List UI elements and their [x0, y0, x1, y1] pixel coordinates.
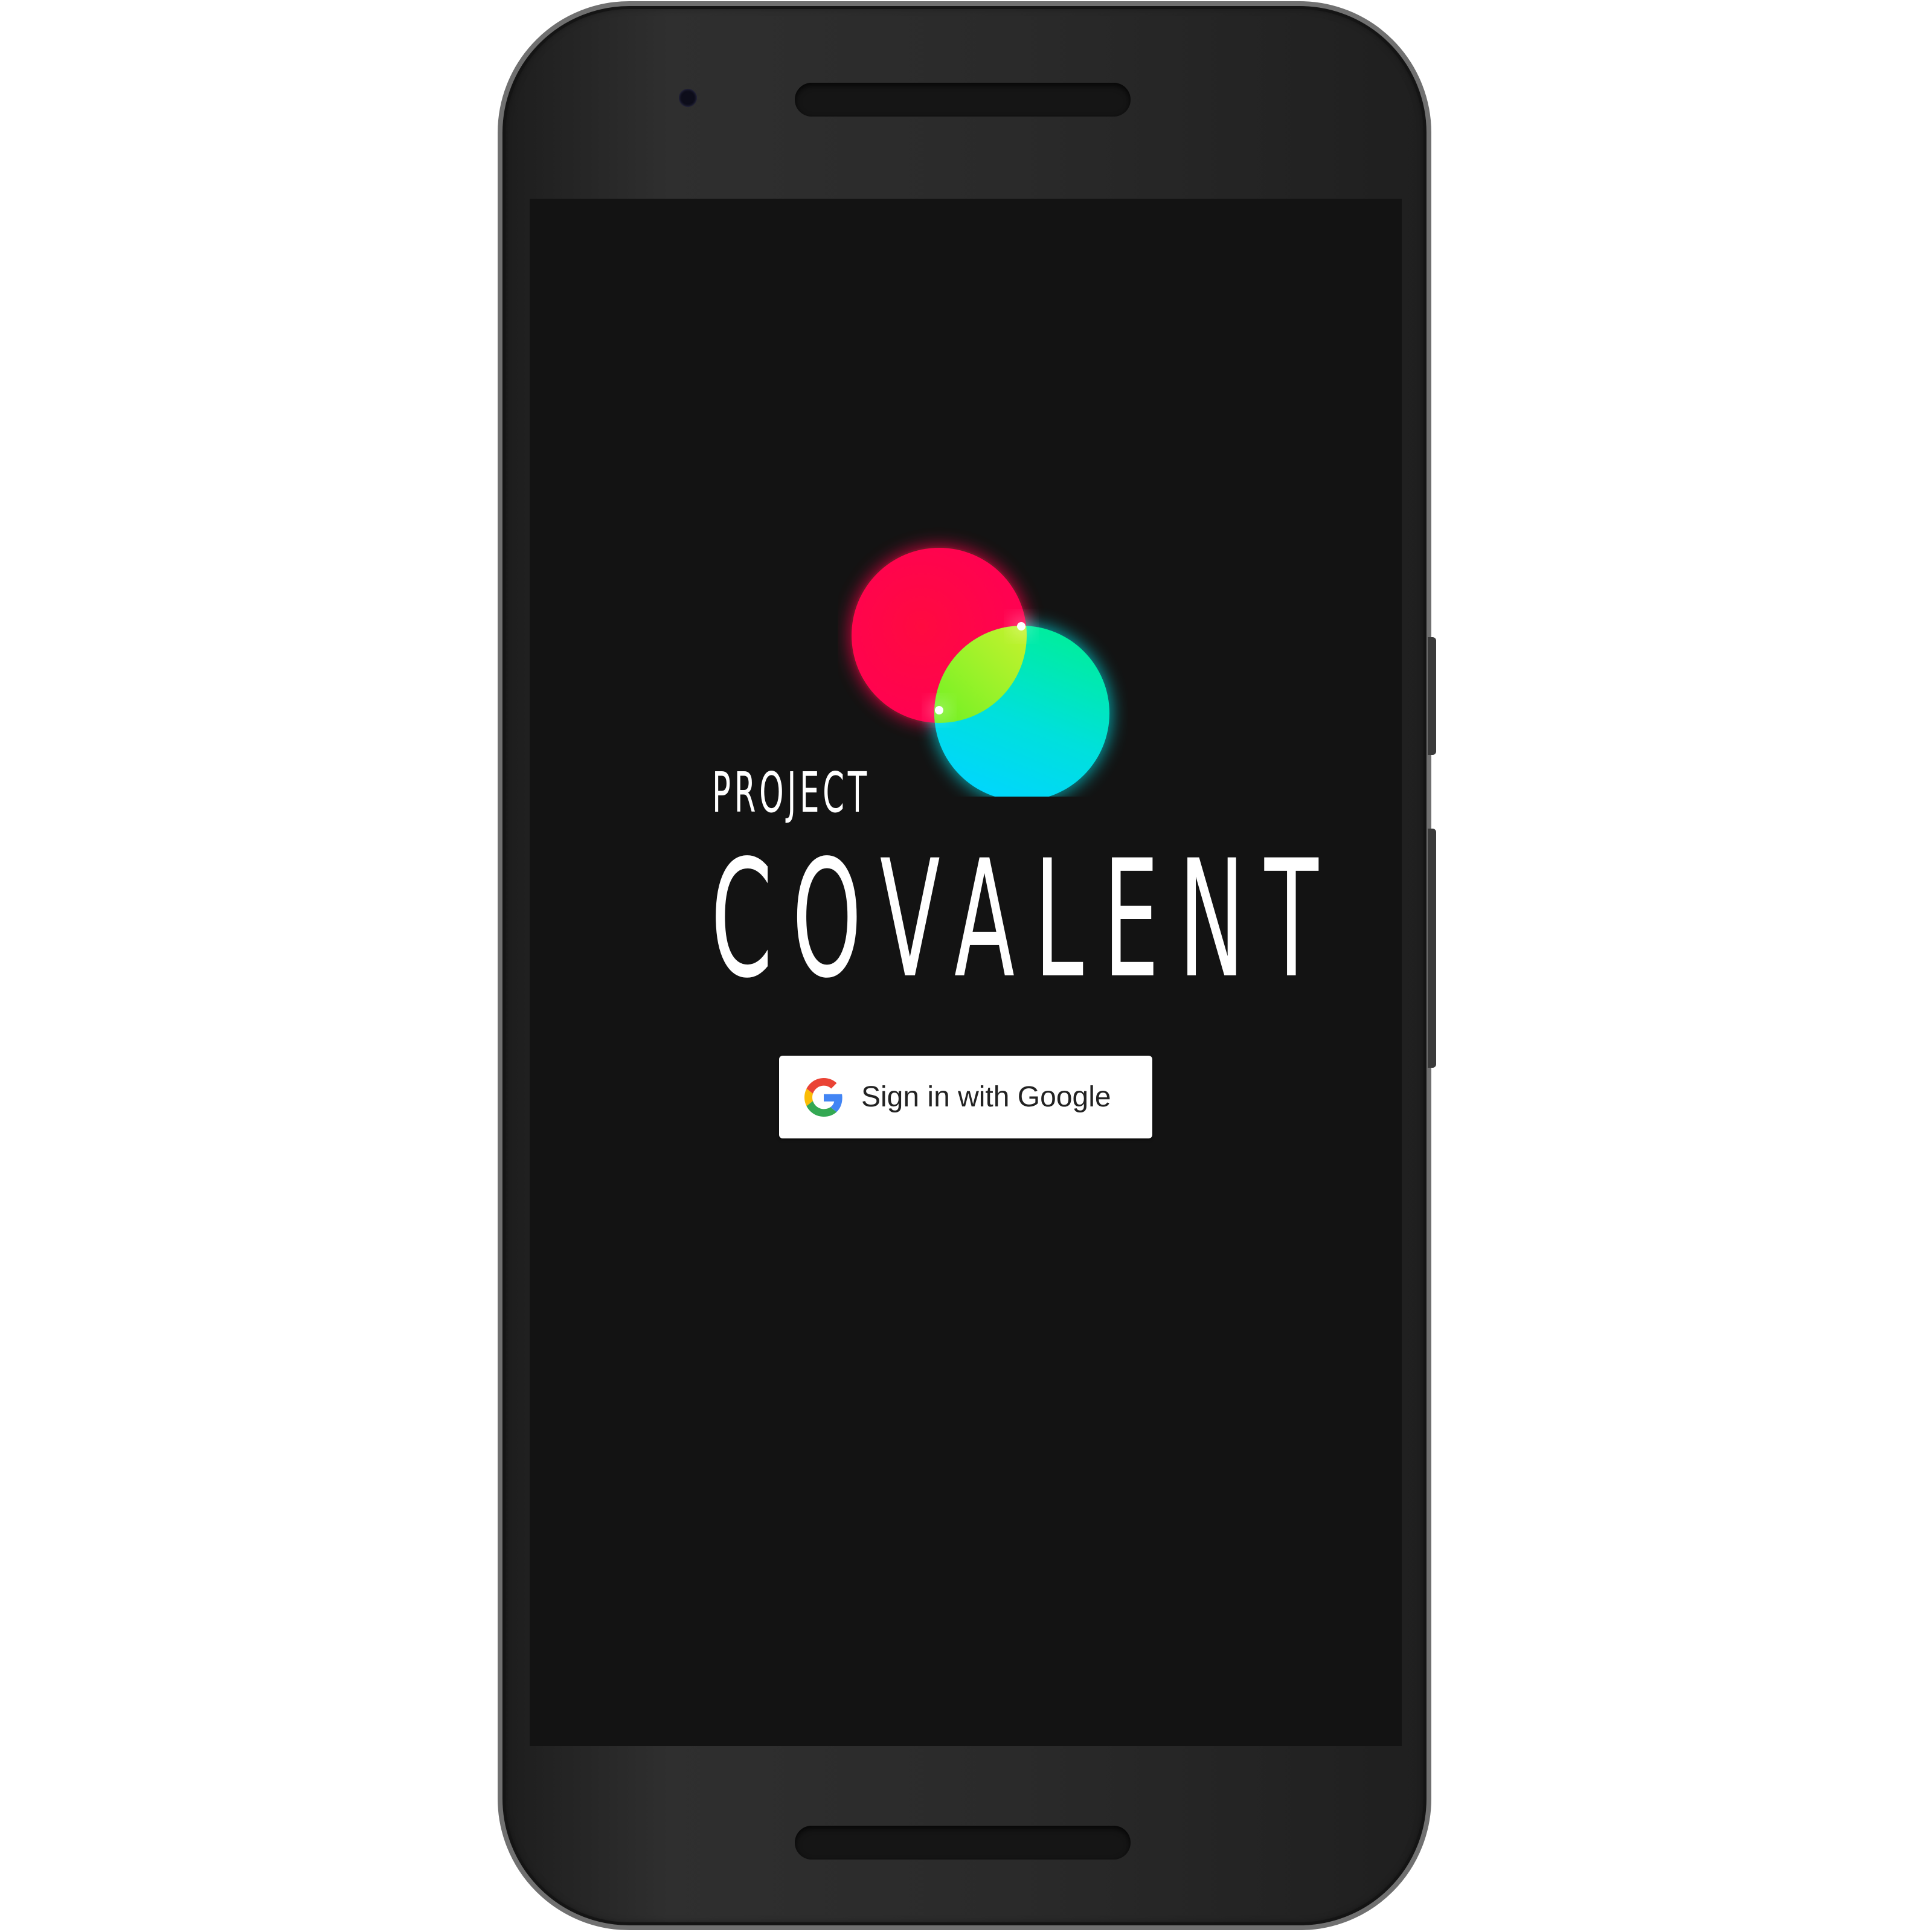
power-button: [1428, 637, 1436, 755]
earpiece-speaker: [795, 83, 1131, 117]
app-title: COVALENT: [711, 826, 1338, 1014]
google-g-icon: [804, 1078, 842, 1117]
google-sign-in-label: Sign in with Google: [861, 1081, 1111, 1113]
app-screen: PROJECT COVALENT Sign in with Google: [530, 199, 1402, 1746]
wordmark-prefix: PROJECT: [712, 760, 870, 825]
volume-button: [1428, 829, 1436, 1068]
front-camera: [679, 89, 697, 107]
bottom-speaker: [795, 1826, 1131, 1860]
overlapping-circles-logo: [850, 546, 1111, 797]
google-sign-in-button[interactable]: Sign in with Google: [779, 1056, 1152, 1138]
